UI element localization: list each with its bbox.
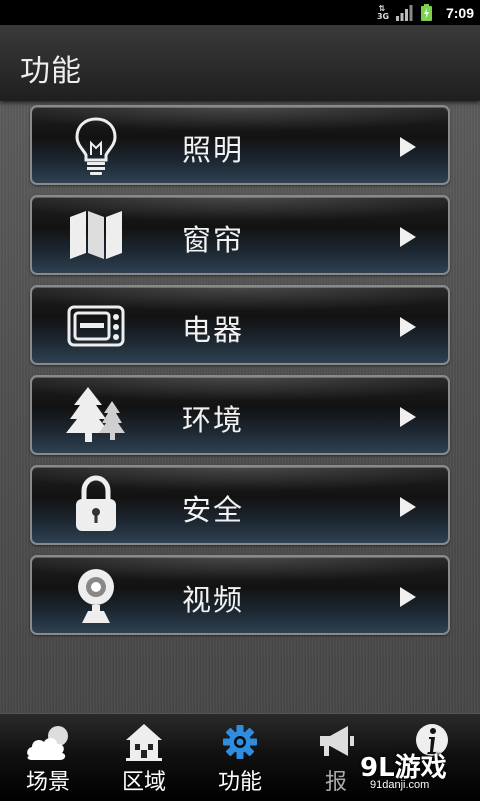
chevron-right-icon [400, 497, 416, 517]
microwave-icon [67, 305, 125, 347]
chevron-right-icon [400, 587, 416, 607]
padlock-icon [76, 475, 116, 531]
menu-item-video[interactable]: 视频 [30, 555, 450, 635]
tab-areas[interactable]: 区域 [96, 714, 192, 801]
watermark-url: 91danji.com [370, 779, 430, 791]
signal-icon [395, 4, 413, 21]
tab-functions[interactable]: 功能 [192, 714, 288, 801]
lightbulb-icon [75, 117, 117, 175]
menu-item-label: 照明 [182, 133, 245, 167]
chevron-right-icon [400, 227, 416, 247]
battery-icon [420, 4, 432, 21]
megaphone-icon [320, 726, 354, 756]
watermark-logo: 9L游戏 91danji.com [360, 745, 470, 795]
menu-item-environment[interactable]: 环境 [30, 375, 450, 455]
map-icon [70, 211, 122, 259]
menu-item-curtains[interactable]: 窗帘 [30, 195, 450, 275]
menu-item-label: 环境 [182, 403, 245, 437]
network-indicator: ⇅ 3G [376, 3, 390, 21]
menu-item-security[interactable]: 安全 [30, 465, 450, 545]
status-time: 7:09 [445, 4, 474, 21]
function-menu: 照明 窗帘 电器 环境 安全 视频 [30, 105, 450, 645]
page-title: 功能 [20, 54, 82, 89]
menu-item-appliances[interactable]: 电器 [30, 285, 450, 365]
chevron-right-icon [400, 317, 416, 337]
trees-icon [66, 387, 125, 442]
menu-item-label: 窗帘 [182, 223, 245, 257]
menu-item-label: 电器 [182, 313, 245, 347]
webcam-icon [78, 569, 114, 623]
cloud-icon [27, 726, 68, 760]
tab-label: 功能 [217, 770, 262, 795]
tab-label: 场景 [25, 770, 70, 795]
tab-scenes[interactable]: 场景 [0, 714, 96, 801]
title-bar: 功能 [0, 25, 480, 101]
menu-item-lighting[interactable]: 照明 [30, 105, 450, 185]
tab-label: 区域 [121, 770, 166, 795]
chevron-right-icon [400, 137, 416, 157]
gear-icon [223, 725, 257, 759]
house-icon [126, 724, 162, 761]
chevron-right-icon [400, 407, 416, 427]
menu-item-label: 安全 [182, 493, 245, 527]
status-bar: ⇅ 3G 7:09 [0, 0, 480, 25]
menu-item-label: 视频 [182, 583, 245, 617]
